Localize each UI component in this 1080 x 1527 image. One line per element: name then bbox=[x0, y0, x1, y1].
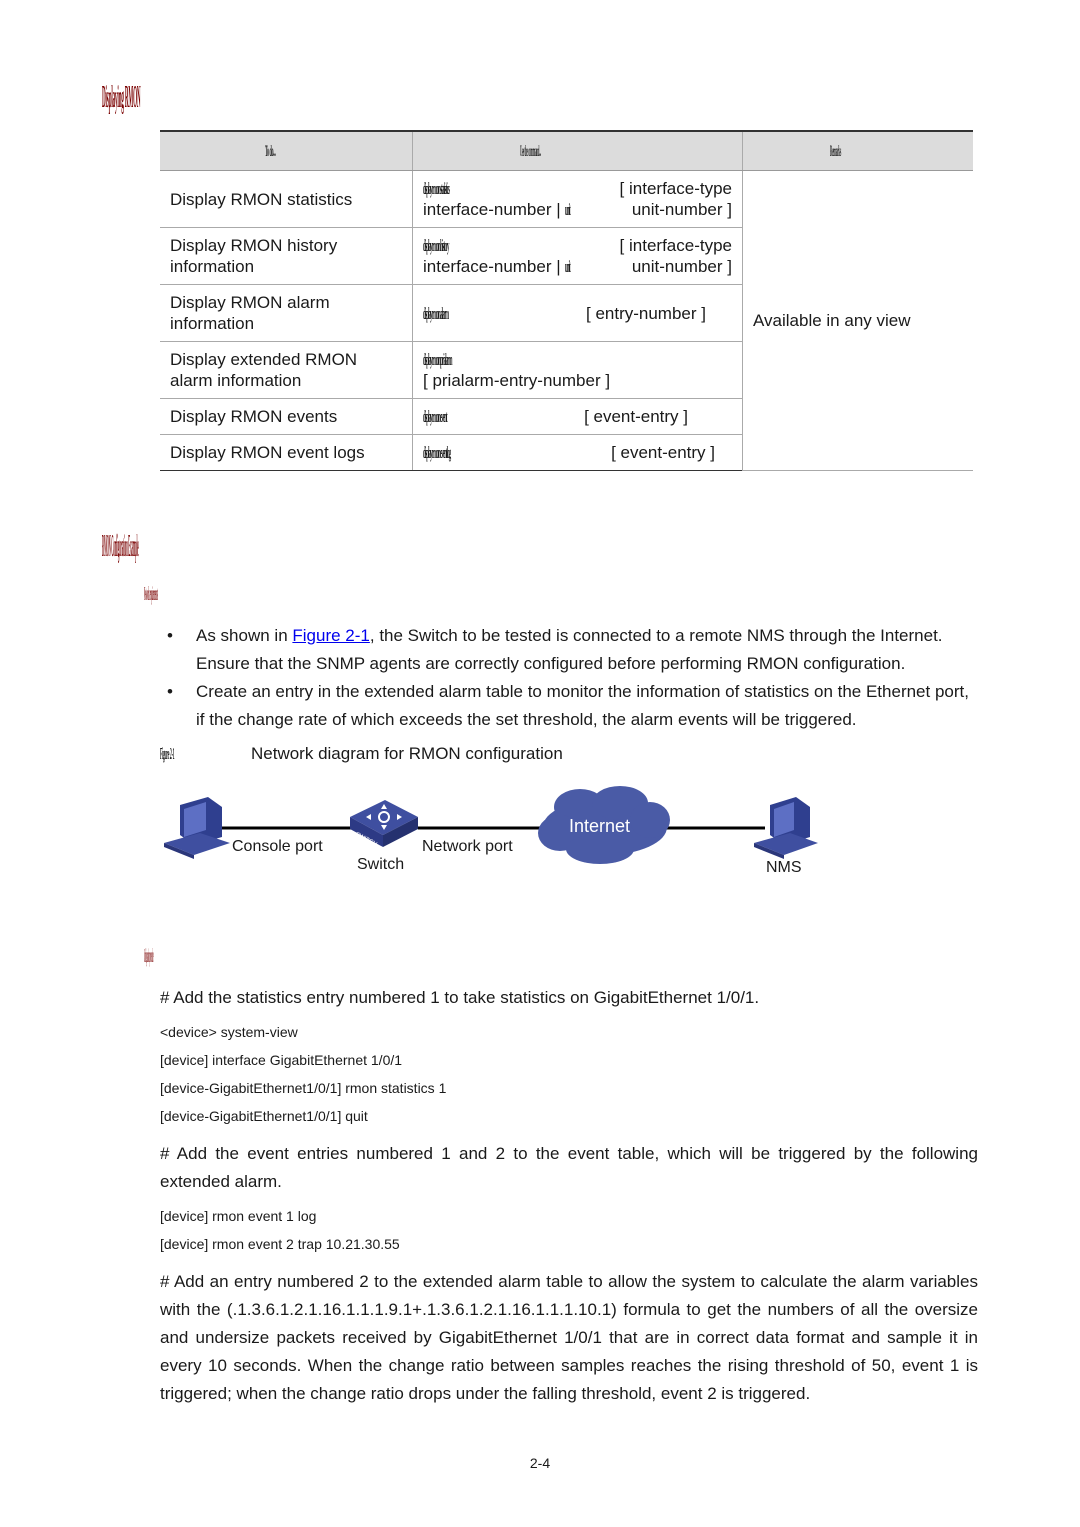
step-2-text: # Add the event entries numbered 1 and 2… bbox=[160, 1144, 978, 1191]
code-line: [device] rmon event 2 trap 10.21.30.55 bbox=[160, 1236, 400, 1252]
cell-command: display rmon statistics[ interface-type … bbox=[412, 170, 743, 228]
command-keyword: display rmon history bbox=[423, 236, 449, 255]
cell-todo: Display RMON statistics bbox=[160, 170, 413, 228]
command-keyword: display rmon statistics bbox=[423, 179, 450, 198]
bullet-icon: • bbox=[167, 682, 173, 701]
code-line: [device] rmon event 1 log bbox=[160, 1208, 317, 1224]
cell-remarks: Available in any view bbox=[742, 170, 973, 471]
command-keyword: unit bbox=[565, 257, 571, 276]
cell-command: display rmon event[ event-entry ] bbox=[412, 398, 743, 435]
cell-todo: Display RMON alarm information bbox=[160, 284, 413, 342]
figure-link[interactable]: Figure 2-1 bbox=[292, 626, 369, 645]
cell-command: display rmon prialarm [ prialarm-entry-n… bbox=[412, 341, 743, 399]
code-line: [device-GigabitEthernet1/0/1] rmon stati… bbox=[160, 1080, 447, 1096]
page-number: 2-4 bbox=[529, 1455, 551, 1471]
subheading-network-requirements: Network requirements bbox=[144, 583, 158, 605]
subheading-configuration-procedure: Configuration procedure bbox=[144, 945, 154, 967]
command-table: To do... Use the command... Remarks Disp… bbox=[160, 130, 973, 471]
table-header-row: To do... Use the command... Remarks bbox=[160, 130, 973, 171]
cell-todo: Display extended RMON alarm information bbox=[160, 341, 413, 399]
step-1-text: # Add the statistics entry numbered 1 to… bbox=[160, 988, 760, 1007]
cell-todo: Display RMON history information bbox=[160, 227, 413, 285]
header-todo: To do... bbox=[160, 130, 413, 171]
command-keyword: display rmon event bbox=[423, 407, 448, 426]
list-item: • Create an entry in the extended alarm … bbox=[160, 678, 980, 734]
code-line: [device] interface GigabitEthernet 1/0/1 bbox=[160, 1052, 403, 1068]
section-heading-config-example: RMON Configuration Example bbox=[102, 527, 139, 563]
internet-label: Internet bbox=[569, 816, 631, 836]
table-row: Display RMON statistics display rmon sta… bbox=[160, 170, 973, 471]
list-item: • As shown in Figure 2-1, the Switch to … bbox=[160, 622, 980, 678]
nms-label: NMS bbox=[766, 859, 802, 876]
section-heading-displaying-rmon: Displaying RMON bbox=[102, 78, 141, 114]
switch-label: Switch bbox=[357, 856, 405, 873]
header-remarks: Remarks bbox=[742, 130, 973, 171]
cell-command: display rmon alarm[ entry-number ] bbox=[412, 284, 743, 342]
code-line: <device> system-view bbox=[160, 1024, 298, 1040]
network-port-label: Network port bbox=[422, 838, 513, 855]
bullet-icon: • bbox=[167, 626, 173, 645]
code-block-2: [device] rmon event 1 log [device] rmon … bbox=[160, 1202, 400, 1258]
command-keyword: display rmon prialarm bbox=[423, 350, 452, 369]
console-port-label: Console port bbox=[232, 838, 323, 855]
cell-todo: Display RMON events bbox=[160, 398, 413, 435]
code-block-1: <device> system-view [device] interface … bbox=[160, 1018, 446, 1130]
requirements-list: • As shown in Figure 2-1, the Switch to … bbox=[160, 622, 980, 734]
cell-todo: Display RMON event logs bbox=[160, 434, 413, 471]
command-keyword: display rmon eventlog bbox=[423, 443, 451, 462]
command-keyword: display rmon alarm bbox=[423, 303, 449, 323]
cell-command: display rmon history[ interface-type int… bbox=[412, 227, 743, 285]
figure-number: Figure 2-1 bbox=[160, 744, 175, 763]
figure-caption: Figure 2-1 Network diagram for RMON conf… bbox=[160, 744, 563, 764]
code-line: [device-GigabitEthernet1/0/1] quit bbox=[160, 1108, 368, 1124]
cell-command: display rmon eventlog[ event-entry ] bbox=[412, 434, 743, 471]
console-pc-icon bbox=[164, 797, 230, 859]
switch-icon: SWITCH bbox=[350, 800, 418, 848]
command-keyword: unit bbox=[565, 200, 571, 219]
step-3-text: # Add an entry numbered 2 to the extende… bbox=[160, 1272, 978, 1403]
figure-title: Network diagram for RMON configuration bbox=[251, 744, 563, 763]
network-diagram: SWITCH Console port Switch Network port … bbox=[160, 785, 840, 895]
header-command: Use the command... bbox=[412, 130, 743, 171]
